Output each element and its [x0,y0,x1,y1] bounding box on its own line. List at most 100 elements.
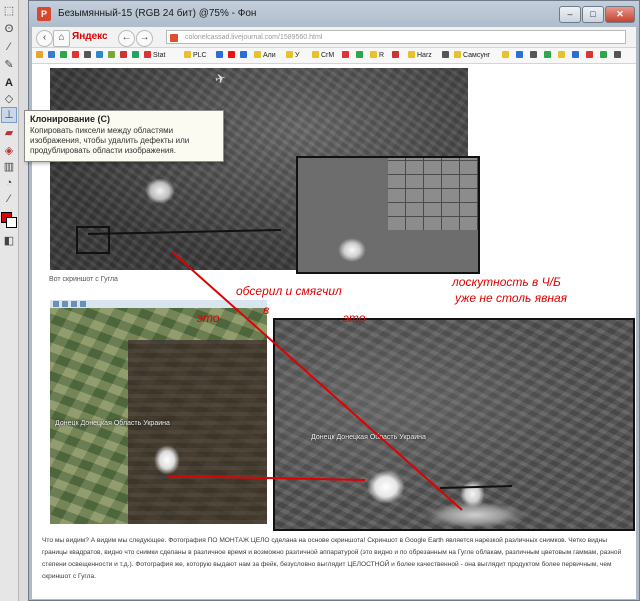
back-icon[interactable]: ‹ [36,30,53,47]
close-button[interactable]: ✕ [605,6,635,23]
ge-cloud [154,445,180,475]
brush-icon[interactable]: ✎ [2,58,16,72]
inset-cloud [338,238,366,262]
bookmark-label: У [295,52,300,59]
clone-stamp-icon[interactable]: ⊥ [1,107,17,123]
bookmark-icon-11[interactable] [228,51,237,60]
minimize-button[interactable]: – [559,6,581,23]
nav-back-icon[interactable]: ← [118,30,135,47]
gradient-icon[interactable]: ▥ [2,160,16,174]
bookmark-label: Али [263,52,276,59]
bookmark-icon-2[interactable] [48,51,57,60]
bookmark-icon-23[interactable] [586,51,595,60]
lasso-icon[interactable]: ʘ [2,22,16,36]
bookmark-icon-10[interactable] [216,51,225,60]
ge-toolbar [50,300,267,308]
bookmark-icon-4[interactable] [72,51,81,60]
address-bar[interactable]: colonelcassad.livejournal.com/1589560.ht… [166,30,626,44]
satellite-photo-top: ✈ [50,68,480,274]
bookmark-icon-20[interactable] [544,51,553,60]
crop-icon[interactable]: ◧ [2,234,16,248]
bookmark-r[interactable]: R [370,51,384,60]
maximize-button[interactable]: □ [582,6,604,23]
tooltip-title: Клонирование (C) [30,114,110,124]
background-color-swatch[interactable] [6,217,17,228]
nav-forward-icon[interactable]: → [136,30,153,47]
bw-cloud [367,470,405,504]
annotation-eto-1: это [197,311,220,325]
zoom-inset [296,156,480,274]
home-icon[interactable]: ⌂ [53,30,70,47]
ge-tool-icon [80,301,86,307]
bw-texture [275,320,633,529]
smoke-cloud [145,178,175,204]
bookmark-harz[interactable]: Harz [408,51,432,60]
browser-navbar: ‹ ⌂ Яндекс ← → colonelcassad.livejournal… [32,27,636,48]
bookmark-crm[interactable]: CrM [312,51,334,60]
bookmark-icon-8[interactable] [120,51,129,60]
bookmark-label: PLC [193,52,207,59]
bookmark-label: Самсунг [463,52,491,59]
annotation-mid: обсерил и смягчил [236,284,342,298]
bookmark-icon-19[interactable] [530,51,539,60]
bookmark-u[interactable]: У [286,51,299,60]
selection-icon[interactable]: ⬚ [2,4,16,18]
bookmark-plc[interactable]: PLC [184,51,207,60]
ge-tool-icon [62,301,68,307]
eyedropper-icon[interactable]: ⁄ [2,40,16,54]
annotation-right-line-2: уже не столь явная [455,291,568,305]
ge-tool-icon [71,301,77,307]
bookmarks-bar: Stat PLC Али У CrM R Harz Самсунг [32,48,636,64]
field-grid [388,158,478,230]
bookmark-icon-9[interactable] [132,51,141,60]
title-bar: P Безымянный-15 (RGB 24 бит) @75% - Фон … [29,1,639,27]
ge-tool-icon [53,301,59,307]
bookmark-icon-7[interactable] [108,51,117,60]
eraser-icon[interactable]: ▰ [2,126,16,140]
address-text: colonelcassad.livejournal.com/1589560.ht… [185,34,323,41]
bookmark-icon-14[interactable] [356,51,365,60]
bookmark-icon-25[interactable] [614,51,623,60]
bookmark-icon-6[interactable] [96,51,105,60]
annotation-eto-2: это [343,311,366,325]
bookmark-label: CrM [321,52,335,59]
ge-place-label: Донецк Донецкая Область Украина [55,420,170,427]
article-text: Что мы видим? А видим мы следующее. Фото… [42,537,622,580]
bookmark-icon-22[interactable] [572,51,581,60]
bookmark-icon-18[interactable] [516,51,525,60]
bookmark-icon-5[interactable] [84,51,93,60]
bookmark-stat[interactable]: Stat [144,51,165,60]
window-title: Безымянный-15 (RGB 24 бит) @75% - Фон [58,8,257,19]
bookmark-icon-12[interactable] [240,51,249,60]
bookmark-icon-16[interactable] [442,51,451,60]
annotation-v: в [263,303,270,317]
annotation-right-line-1: лоскутность в Ч/Б [452,275,561,289]
bookmark-samsung[interactable]: Самсунг [454,51,490,60]
bookmark-icon-1[interactable] [36,51,45,60]
bookmark-icon-13[interactable] [342,51,351,60]
caption-google: Вот скриншот с Гугла [49,276,118,283]
bookmark-label: R [379,52,385,59]
tool-panel: ⬚ ʘ ⁄ ✎ A ◇ ⊥ ▰ ◈ ▥ ◔ ⁄ ◧ [0,0,19,601]
bookmark-icon-17[interactable] [502,51,511,60]
zoom-source-box [76,226,110,254]
clone-tool-tooltip: Клонирование (C) Копировать пиксели межд… [24,110,224,162]
bookmark-icon-3[interactable] [60,51,69,60]
text-icon[interactable]: A [2,76,16,90]
line-icon[interactable]: ⁄ [2,192,16,206]
bookmark-ali[interactable]: Али [254,51,276,60]
dodge-icon[interactable]: ◔ [2,176,16,190]
image-window: P Безымянный-15 (RGB 24 бит) @75% - Фон … [28,0,640,601]
bookmark-icon-24[interactable] [600,51,609,60]
shape-icon[interactable]: ◇ [2,92,16,106]
bw-cloud-small [460,480,485,508]
bookmark-icon-15[interactable] [392,51,401,60]
bookmark-label: Harz [417,52,432,59]
bookmark-icon-21[interactable] [558,51,567,60]
tooltip-body: Копировать пиксели между областями изобр… [30,126,190,155]
brand-label: Яндекс [72,31,108,42]
dark-tile-texture [128,340,267,524]
fill-icon[interactable]: ◈ [2,144,16,158]
bw-place-label: Донецк Донецкая Область Украина [311,434,426,441]
site-icon [170,34,178,42]
